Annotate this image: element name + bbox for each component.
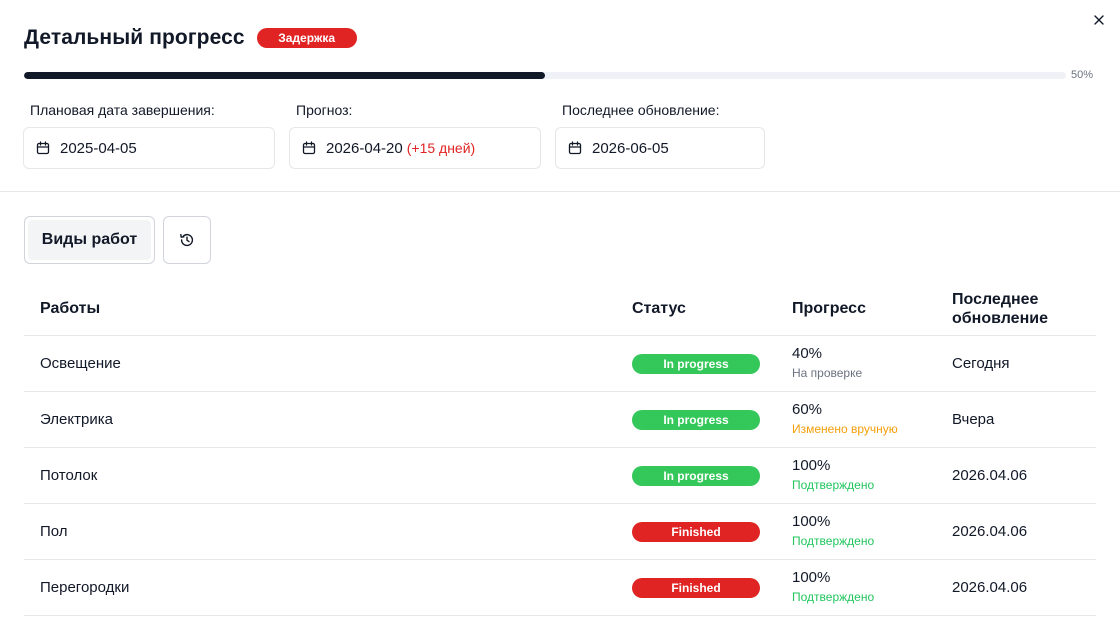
overall-progress-label: 50% [1071,69,1094,81]
planned-date-value: 2025-04-05 [60,139,137,157]
progress-note: Изменено вручную [792,422,898,436]
status-pill: In progress [632,410,760,430]
last-update-field[interactable]: 2026-06-05 [555,127,765,169]
tab-work-types[interactable]: Виды работ [24,216,155,264]
last-update-label: Последнее обновление: [562,102,720,118]
forecast-date-value: 2026-04-20 [326,139,403,157]
work-name: Пол [40,523,68,540]
row-divider [24,615,1096,616]
status-pill: Finished [632,578,760,598]
table-row[interactable]: Пол Finished 100% Подтверждено 2026.04.06 [24,504,1096,560]
section-divider [0,191,1120,192]
progress-value: 100% [792,569,831,586]
history-icon [180,233,194,247]
column-header-works: Работы [40,300,101,317]
last-update-value: Сегодня [952,355,1010,372]
planned-date-label: Плановая дата завершения: [30,102,215,118]
last-update-value: 2026.04.06 [952,579,1028,596]
progress-value: 60% [792,401,823,418]
page-title: Детальный прогресс [24,26,245,49]
calendar-icon [36,141,50,155]
overall-progress-fill [24,72,545,79]
forecast-delay-delta: (+15 дней) [406,140,476,156]
last-update-value: 2026.04.06 [952,467,1028,484]
progress-note: Подтверждено [792,590,875,604]
planned-date-field[interactable]: 2025-04-05 [23,127,275,169]
work-name: Перегородки [40,579,130,596]
last-update-value: 2026-06-05 [592,139,669,157]
overall-progress-bar [24,72,1066,79]
last-update-value: Вчера [952,411,995,428]
column-header-status: Статус [632,300,686,317]
progress-note: Подтверждено [792,534,875,548]
table-row[interactable]: Освещение In progress 40% На проверке Сегодн… [24,336,1096,392]
status-pill: In progress [632,354,760,374]
last-update-value: 2026.04.06 [952,523,1028,540]
progress-value: 40% [792,345,823,362]
calendar-icon [302,141,316,155]
status-badge: Задержка [256,28,357,48]
progress-value: 100% [792,513,831,530]
progress-note: Подтверждено [792,478,875,492]
forecast-label: Прогноз: [296,102,353,118]
work-name: Электрика [40,411,113,428]
close-icon [1094,15,1104,25]
table-row[interactable]: Перегородки Finished 100% Подтверждено 2026.… [24,560,1096,616]
calendar-icon [568,141,582,155]
forecast-date-field[interactable]: 2026-04-20 (+15 дней) [289,127,541,169]
table-row[interactable]: Потолок In progress 100% Подтверждено 2026.0… [24,448,1096,504]
close-button[interactable] [1091,12,1107,28]
work-name: Потолок [40,467,98,484]
modal-header: Детальный прогресс Задержка [24,26,357,50]
work-name: Освещение [40,355,121,372]
column-header-progress: Прогресс [792,300,866,317]
progress-note: На проверке [792,366,863,380]
column-header-last-update: Последнее обновление [952,291,1048,327]
table-row[interactable]: Электрика In progress 60% Изменено вручную В… [24,392,1096,448]
progress-value: 100% [792,457,831,474]
status-pill: Finished [632,522,760,542]
tab-work-types-label: Виды работ [28,220,151,260]
status-pill: In progress [632,466,760,486]
history-button[interactable] [163,216,211,264]
